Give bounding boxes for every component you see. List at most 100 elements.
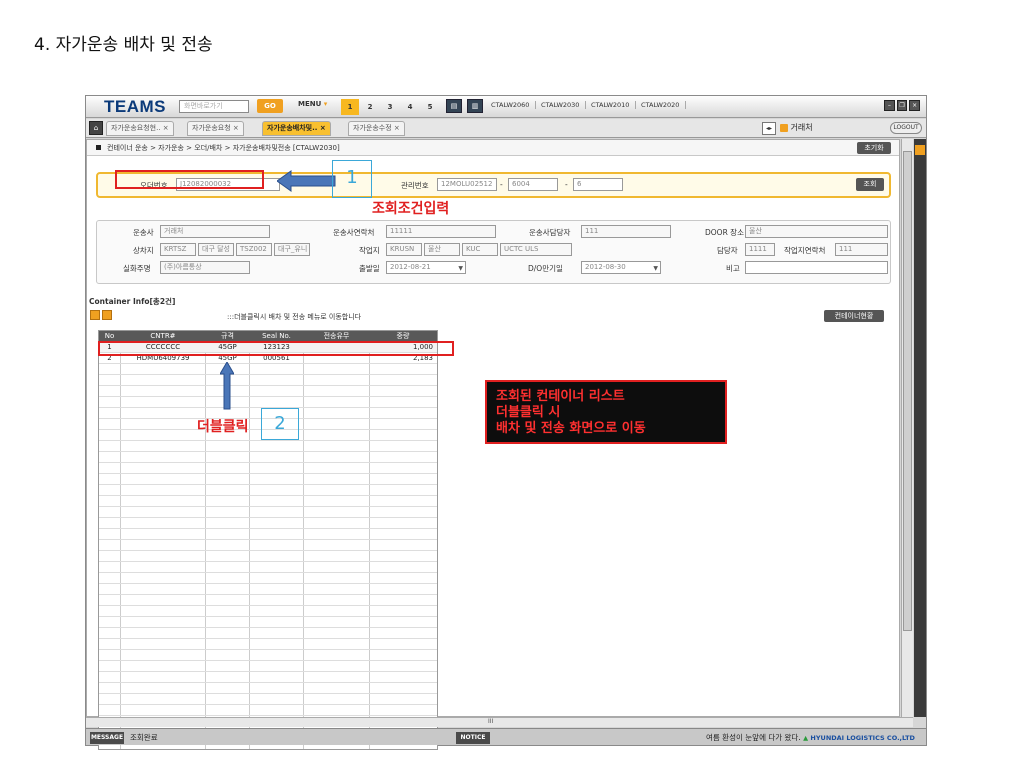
company-logo: ▲ HYUNDAI LOGISTICS CO.,LTD (803, 734, 915, 742)
reset-button[interactable]: 초기화 (857, 142, 891, 154)
loading-name-field: 대구 달성 (198, 243, 234, 256)
teams-logo: TEAMS (104, 97, 166, 116)
container-status-button[interactable]: 컨테이너현황 (824, 310, 884, 322)
recent-screen-1[interactable]: CTALW2060 (491, 101, 537, 109)
loading-code-field: KRTSZ (160, 243, 196, 256)
screen-list-icon[interactable]: ▥ (467, 99, 483, 113)
minimize-icon[interactable]: – (884, 100, 895, 111)
empty-row (99, 584, 437, 595)
tab-request[interactable]: 자가운송요청 × (187, 121, 244, 136)
tab-close-icon[interactable]: × (320, 124, 326, 132)
breadcrumb-bar: 컨테이너 운송 > 자가운송 > 오더/배차 > 자가운송배차및전송 [CTAL… (87, 140, 899, 156)
export-icon[interactable] (102, 310, 112, 320)
page-button-5[interactable]: 5 (421, 99, 439, 115)
top-toolbar: TEAMS 화면바로가기 GO MENU ▾ 1 2 3 4 5 ▤ ▥ CTA… (86, 96, 926, 118)
empty-row (99, 375, 437, 386)
work-contact-label: 작업지연락처 (784, 246, 826, 255)
vertical-scrollbar[interactable] (901, 139, 913, 717)
account-name: 거래처 (790, 123, 813, 132)
restore-icon[interactable]: ❐ (896, 100, 908, 111)
empty-row (99, 474, 437, 485)
horizontal-scrollbar[interactable]: III (86, 717, 913, 727)
recent-screen-3[interactable]: CTALW2010 (591, 101, 637, 109)
empty-row (99, 485, 437, 496)
teams-app-window: TEAMS 화면바로가기 GO MENU ▾ 1 2 3 4 5 ▤ ▥ CTA… (85, 95, 927, 750)
order-info-panel: 운송사 거래처 운송사연락처 11111 운송사담당자 111 DOOR 장소 … (96, 220, 891, 284)
double-click-annotation: 더블클릭 (197, 419, 249, 435)
up-arrow-icon (220, 362, 234, 410)
side-panel-tab-icon[interactable] (915, 145, 925, 155)
dash-separator: - (500, 180, 503, 189)
annotation-line-2: 더블클릭 시 (496, 405, 561, 420)
tab-close-icon[interactable]: × (233, 124, 239, 132)
empty-row (99, 540, 437, 551)
scroll-grip-icon[interactable]: III (488, 718, 493, 725)
empty-row (99, 463, 437, 474)
tab-dispatch-transmit[interactable]: 자가운송배차및.. × (262, 121, 331, 136)
empty-row (99, 606, 437, 617)
double-click-hint: :::더블클릭시 배차 및 전송 메뉴로 이동합니다 (227, 313, 362, 321)
tab-request-status[interactable]: 자가운송요청현.. × (106, 121, 174, 136)
tab-scroll-arrows-icon[interactable]: ◂▸ (762, 122, 776, 135)
window-icon[interactable]: ▤ (446, 99, 462, 113)
logout-button[interactable]: LOGOUT (890, 122, 922, 134)
recent-screen-2[interactable]: CTALW2030 (541, 101, 587, 109)
work-code-field: KRUSN (386, 243, 422, 256)
tab-close-icon[interactable]: × (394, 124, 400, 132)
notice-ticker: 여름 환성이 눈앞에 다가 왔다. ▲ HYUNDAI LOGISTICS CO… (706, 732, 915, 743)
menu-button[interactable]: MENU ▾ (298, 100, 327, 108)
empty-row (99, 672, 437, 683)
remark-field[interactable] (745, 261, 888, 274)
mgmt-no-input-1[interactable]: 12MOLU02512 (437, 178, 497, 191)
empty-row (99, 573, 437, 584)
tab-modify[interactable]: 자가운송수정 × (348, 121, 405, 136)
depart-date-label: 출발일 (359, 264, 380, 273)
close-icon[interactable]: × (909, 100, 921, 111)
notice-label: NOTICE (456, 732, 490, 744)
page-button-1[interactable]: 1 (341, 99, 359, 115)
mgmt-no-input-3[interactable]: 6 (573, 178, 623, 191)
query-button[interactable]: 조회 (856, 178, 884, 191)
do-expiry-value: 2012-08-30 (585, 263, 626, 271)
add-row-icon[interactable] (90, 310, 100, 320)
step-2-badge: 2 (261, 408, 299, 440)
mgmt-no-input-2[interactable]: 6004 (508, 178, 558, 191)
dash-separator: - (565, 180, 568, 189)
tab-label: 자가운송요청현.. (111, 124, 161, 132)
loading-code2-field: TSZ002 (236, 243, 272, 256)
tab-close-icon[interactable]: × (163, 124, 169, 132)
shipper-field: (주)아름통상 (160, 261, 250, 274)
recent-screen-4[interactable]: CTALW2020 (641, 101, 687, 109)
message-label: MESSAGE (90, 732, 124, 744)
empty-row (99, 639, 437, 650)
screen-shortcut-input[interactable]: 화면바로가기 (179, 100, 249, 113)
dropdown-arrow-icon[interactable]: ▼ (458, 263, 463, 273)
brand-text: HYUNDAI LOGISTICS CO.,LTD (810, 734, 915, 742)
container-grid: No CNTR# 규격 Seal No. 전송유무 중량 1 CCCCCCC 4… (98, 330, 438, 750)
carrier-manager-field: 111 (581, 225, 671, 238)
page-button-4[interactable]: 4 (401, 99, 419, 115)
left-arrow-icon (277, 170, 336, 192)
do-expiry-field[interactable]: 2012-08-30 ▼ (581, 261, 661, 274)
screen-tab-bar: ⌂ 자가운송요청현.. × 자가운송요청 × 자가운송배차및.. × 자가운송수… (86, 119, 926, 138)
page-heading: 4. 자가운송 배차 및 전송 (34, 35, 213, 55)
manager-label: 담당자 (717, 246, 738, 255)
depart-date-field[interactable]: 2012-08-21 ▼ (386, 261, 466, 274)
page-button-2[interactable]: 2 (361, 99, 379, 115)
account-info: 거래처 (780, 122, 813, 133)
empty-row (99, 628, 437, 639)
window-controls: – ❐ × (884, 100, 921, 112)
loading-name2-field: 대구_유니 (274, 243, 310, 256)
go-button[interactable]: GO (257, 99, 283, 113)
work-name-field: 울산 (424, 243, 460, 256)
empty-row (99, 496, 437, 507)
notice-text: 여름 환성이 눈앞에 다가 왔다. (706, 733, 801, 742)
home-icon[interactable]: ⌂ (89, 121, 103, 135)
empty-row (99, 386, 437, 397)
empty-row (99, 529, 437, 540)
menu-label: MENU (298, 100, 322, 108)
dropdown-arrow-icon[interactable]: ▼ (653, 263, 658, 273)
scroll-thumb[interactable] (903, 151, 912, 631)
page-button-3[interactable]: 3 (381, 99, 399, 115)
carrier-manager-label: 운송사담당자 (529, 228, 571, 237)
